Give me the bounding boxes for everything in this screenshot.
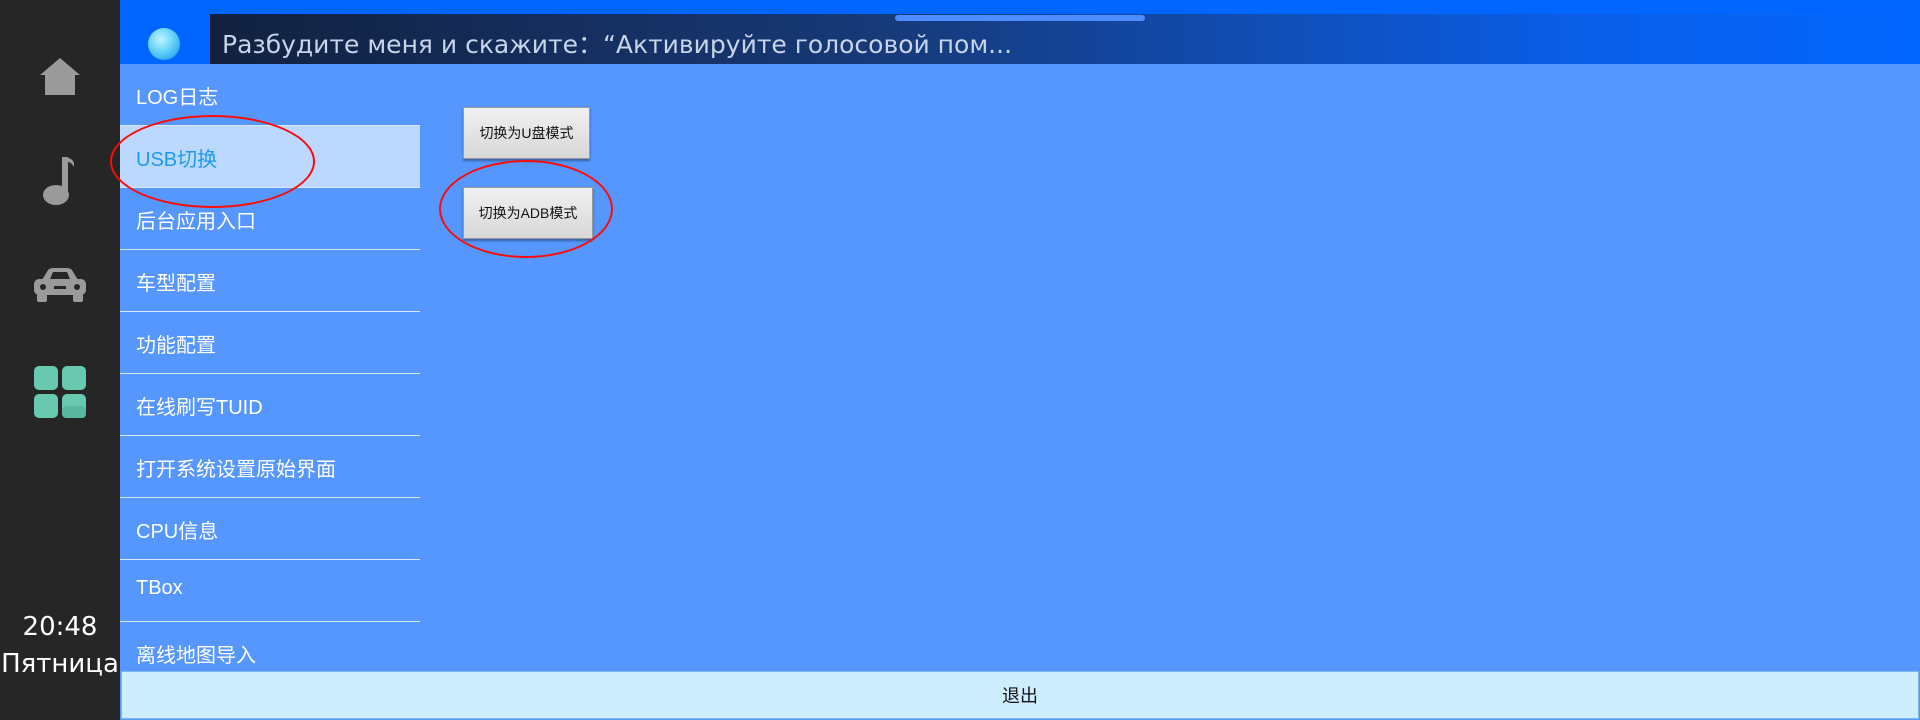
car-icon	[34, 268, 86, 302]
music-button[interactable]	[0, 130, 120, 230]
clock-time: 20:48	[22, 612, 98, 642]
menu-item-system-settings[interactable]: 打开系统设置原始界面	[120, 436, 420, 498]
menu-item-feature-config[interactable]: 功能配置	[120, 312, 420, 374]
menu-item-label: 离线地图导入	[136, 645, 256, 667]
menu-item-flash-tuid[interactable]: 在线刷写TUID	[120, 374, 420, 436]
switch-to-adb-button[interactable]: 切换为ADB模式	[463, 187, 593, 239]
menu-item-background-apps[interactable]: 后台应用入口	[120, 188, 420, 250]
menu-item-label: 后台应用入口	[136, 211, 256, 233]
menu-item-offline-map-import[interactable]: 离线地图导入	[120, 622, 420, 670]
menu-item-label: LOG日志	[136, 87, 219, 109]
drag-handle[interactable]	[895, 15, 1145, 21]
menu-item-tbox[interactable]: TBox	[120, 560, 420, 622]
menu-item-label: 打开系统设置原始界面	[136, 459, 336, 481]
apps-grid-icon	[34, 366, 86, 418]
exit-button[interactable]: 退出	[121, 671, 1919, 719]
menu-item-label: 在线刷写TUID	[136, 397, 263, 419]
switch-to-udisk-button[interactable]: 切换为U盘模式	[463, 107, 590, 159]
menu-item-cpu-info[interactable]: CPU信息	[120, 498, 420, 560]
car-button[interactable]	[0, 236, 120, 336]
clock-weekday: Пятница	[1, 649, 119, 679]
menu-item-vehicle-config[interactable]: 车型配置	[120, 250, 420, 312]
menu-item-label: CPU信息	[136, 521, 219, 543]
voice-prompt-bar[interactable]: Разбудите меня и скажите：“Активируйте го…	[210, 14, 1920, 64]
menu-item-usb-switch[interactable]: USB切换	[120, 126, 420, 188]
apps-button[interactable]	[0, 342, 120, 442]
home-icon	[40, 58, 80, 95]
menu-item-log[interactable]: LOG日志	[120, 64, 420, 126]
voice-prompt-text: Разбудите меня и скажите：“Активируйте го…	[222, 30, 1013, 59]
side-dock: 20:48 Пятница	[0, 0, 120, 720]
voice-assistant-orb-icon[interactable]	[148, 28, 180, 60]
menu-item-label: 车型配置	[136, 273, 216, 295]
home-button[interactable]	[0, 27, 120, 127]
settings-menu: LOG日志 USB切换 后台应用入口 车型配置 功能配置 在线刷写TUID 打开…	[120, 64, 420, 670]
music-note-icon	[43, 157, 74, 205]
menu-item-label: TBox	[136, 577, 183, 599]
menu-item-label: 功能配置	[136, 335, 216, 357]
menu-item-label: USB切换	[136, 149, 218, 171]
